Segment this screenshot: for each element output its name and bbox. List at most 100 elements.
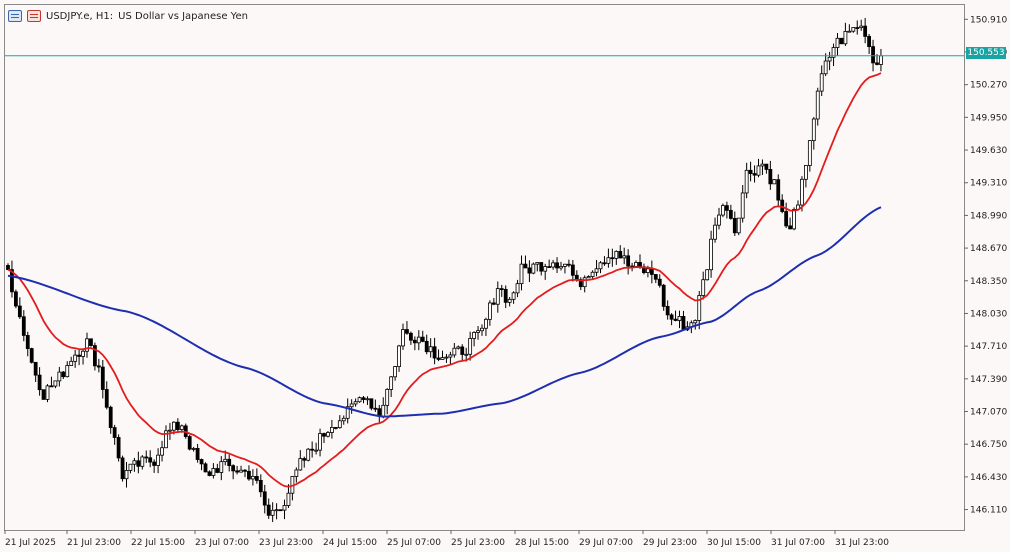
candle-bull xyxy=(73,354,78,362)
candle-bear xyxy=(657,278,662,286)
candle-bear xyxy=(661,284,666,307)
candle-bull xyxy=(45,385,50,400)
candle-bull xyxy=(341,417,346,422)
candle-bull xyxy=(819,73,824,92)
candle-bull xyxy=(326,432,330,437)
candle-bear xyxy=(567,263,571,266)
candle-bear xyxy=(432,346,437,359)
candle-bull xyxy=(401,329,405,347)
candle-bear xyxy=(203,463,208,473)
candle-bull xyxy=(219,461,224,473)
chart-bars-icon[interactable] xyxy=(27,10,41,22)
candle-bull xyxy=(357,397,362,403)
candle-bull xyxy=(559,265,563,269)
candle-bull xyxy=(634,262,638,267)
candle-bear xyxy=(768,169,773,185)
candle-bull xyxy=(456,346,461,349)
candle-bear xyxy=(875,62,879,65)
candle-bull xyxy=(709,238,713,271)
candle-bear xyxy=(49,385,54,388)
candle-bear xyxy=(322,433,326,437)
candle-bear xyxy=(33,361,38,376)
y-tick-label: 147.070 xyxy=(970,408,1007,418)
candle-bull xyxy=(318,433,322,451)
candle-bear xyxy=(788,225,792,230)
candle-bull xyxy=(428,346,433,353)
candle-bear xyxy=(839,37,844,45)
candle-bear xyxy=(776,179,781,201)
candle-bull xyxy=(744,169,749,194)
candle-bull xyxy=(365,398,370,401)
candle-bull xyxy=(298,458,303,471)
candle-bull xyxy=(444,356,449,359)
candle-bear xyxy=(867,35,871,48)
candle-bull xyxy=(381,404,386,417)
candle-bull xyxy=(590,271,595,277)
candle-bear xyxy=(784,211,789,227)
candle-bear xyxy=(254,476,259,481)
candle-bear xyxy=(748,169,753,174)
candle-bull xyxy=(859,25,864,29)
candle-bull xyxy=(250,476,255,480)
candle-bear xyxy=(37,374,42,391)
candle-bear xyxy=(266,504,271,516)
x-tick-label: 21 Jul 2025 xyxy=(5,538,56,548)
candle-bear xyxy=(420,336,425,342)
candle-bull xyxy=(835,37,840,48)
candle-bear xyxy=(503,288,508,303)
x-tick-label: 29 Jul 23:00 xyxy=(643,538,697,548)
candle-bull xyxy=(191,448,196,450)
candle-bull xyxy=(171,421,176,431)
y-tick-label: 146.110 xyxy=(970,506,1007,516)
candle-bull xyxy=(349,403,354,408)
candle-bull xyxy=(800,178,804,206)
candle-bull xyxy=(389,376,394,390)
y-tick-label: 149.950 xyxy=(970,113,1007,123)
candle-bull xyxy=(807,140,812,166)
candle-bear xyxy=(41,389,46,400)
candle-bull xyxy=(57,371,62,382)
candle-bear xyxy=(61,371,66,378)
candle-bear xyxy=(539,262,544,272)
candle-bear xyxy=(104,389,109,408)
current-price-tag: 150.553 xyxy=(966,47,1006,59)
candle-bear xyxy=(136,460,141,467)
candle-bull xyxy=(464,353,469,356)
candle-bull xyxy=(519,263,524,285)
candle-bear xyxy=(144,456,149,459)
candle-bear xyxy=(116,437,121,459)
candle-bull xyxy=(515,283,520,294)
candle-bear xyxy=(523,263,528,269)
candle-bear xyxy=(863,25,868,37)
candle-bull xyxy=(760,163,765,167)
candle-bear xyxy=(262,491,267,506)
y-tick-label: 149.630 xyxy=(970,146,1007,156)
candle-bear xyxy=(17,305,22,318)
candle-bull xyxy=(270,509,275,516)
candle-bear xyxy=(112,427,117,438)
price-chart[interactable]: 150.910150.590150.270149.950149.630149.3… xyxy=(0,0,1010,552)
candle-bull xyxy=(594,268,599,273)
candle-bear xyxy=(243,469,247,472)
candle-bear xyxy=(187,436,192,450)
candle-bull xyxy=(81,350,85,357)
chart-settings-icon[interactable] xyxy=(8,10,22,22)
candle-bull xyxy=(847,30,852,33)
candle-bear xyxy=(725,205,729,211)
y-tick-label: 148.670 xyxy=(970,244,1007,254)
candle-bear xyxy=(199,459,204,465)
candle-bear xyxy=(764,163,769,170)
slow-ma-line xyxy=(7,206,882,418)
candle-bull xyxy=(472,332,477,339)
candle-bull xyxy=(804,165,808,180)
candle-bull xyxy=(815,90,820,120)
candle-bear xyxy=(152,461,157,466)
candle-bear xyxy=(175,421,180,430)
candle-bull xyxy=(282,505,287,511)
candle-bull xyxy=(211,468,216,476)
y-tick-label: 146.430 xyxy=(970,473,1007,483)
candle-bull xyxy=(511,292,516,300)
candle-bear xyxy=(665,306,670,316)
candle-bull xyxy=(480,327,484,332)
candle-bull xyxy=(468,338,473,355)
